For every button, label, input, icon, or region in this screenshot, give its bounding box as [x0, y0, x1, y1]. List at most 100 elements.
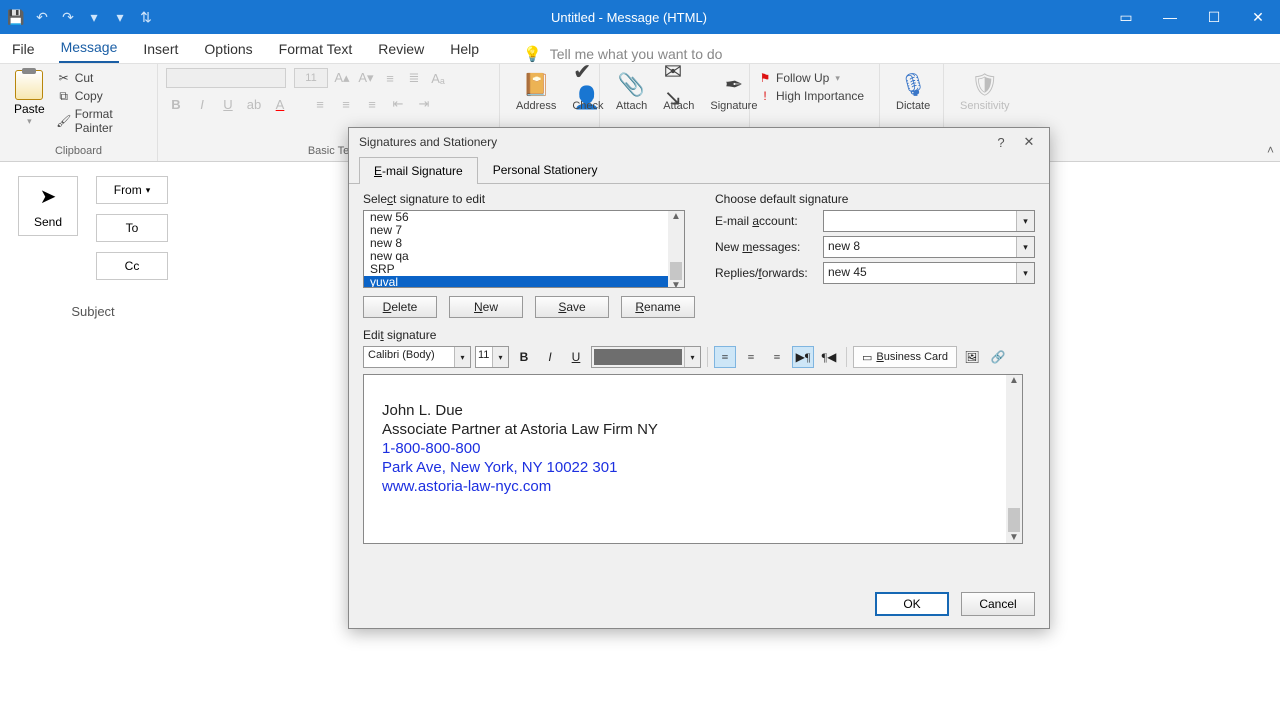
format-painter-button[interactable]: 🖌Format Painter [57, 106, 149, 136]
high-importance-button[interactable]: !High Importance [758, 88, 864, 104]
highlight-icon[interactable]: ab [244, 94, 264, 114]
tab-file[interactable]: File [10, 37, 37, 63]
editor-scrollbar[interactable]: ▲▼ [1006, 375, 1022, 543]
dictate-button[interactable]: 🎙Dictate [888, 68, 938, 114]
insert-hyperlink-button[interactable]: 🔗 [987, 346, 1009, 368]
email-account-select[interactable]: ▾ [823, 210, 1035, 232]
bold-button[interactable]: B [513, 346, 535, 368]
attach-item-button[interactable]: ✉↘Attach [655, 68, 702, 114]
qat-customize-icon[interactable]: ⇅ [138, 9, 154, 25]
align-right-icon[interactable]: ≡ [362, 94, 382, 114]
grow-font-icon[interactable]: A▴ [332, 68, 352, 88]
qat-down1-icon[interactable]: ▾ [86, 9, 102, 25]
save-icon[interactable]: 💾 [8, 9, 24, 25]
increase-indent-icon[interactable]: ⇥ [414, 94, 434, 114]
paste-dropdown-icon[interactable]: ▾ [27, 116, 32, 127]
cancel-button[interactable]: Cancel [961, 592, 1035, 616]
tab-help[interactable]: Help [448, 37, 481, 63]
font-size-select[interactable]: 11 [294, 68, 328, 88]
italic-button[interactable]: I [539, 346, 561, 368]
styles-icon[interactable]: Aₐ [428, 68, 448, 88]
numbering-icon[interactable]: ≣ [404, 68, 424, 88]
tab-email-signature[interactable]: E-mail Signature [359, 157, 478, 184]
sig-item-selected[interactable]: yuval [364, 276, 684, 288]
italic-icon[interactable]: I [192, 94, 212, 114]
paste-button[interactable]: Paste ▾ [8, 68, 51, 129]
dialog-help-icon[interactable]: ? [987, 132, 1015, 152]
redo-icon[interactable]: ↷ [60, 9, 76, 25]
maximize-icon[interactable]: ☐ [1192, 0, 1236, 34]
underline-button[interactable]: U [565, 346, 587, 368]
align-center-button[interactable]: ≡ [740, 346, 762, 368]
sig-item[interactable]: new 7 [364, 224, 684, 237]
sig-font-family-select[interactable]: Calibri (Body)▾ [363, 346, 471, 368]
replies-forwards-label: Replies/forwards: [715, 266, 819, 280]
sig-item[interactable]: new qa [364, 250, 684, 263]
tab-message[interactable]: Message [59, 35, 120, 63]
check-names-icon: ✔👤 [573, 70, 603, 100]
bold-icon[interactable]: B [166, 94, 186, 114]
business-card-button[interactable]: ▭Business Card [853, 346, 957, 368]
send-button[interactable]: ➤ Send [18, 176, 78, 236]
tab-options[interactable]: Options [202, 37, 254, 63]
ltr-button[interactable]: ▶¶ [792, 346, 814, 368]
close-icon[interactable]: ✕ [1236, 0, 1280, 34]
attach-file-button[interactable]: 📎Attach [608, 68, 655, 114]
new-messages-select[interactable]: new 8▾ [823, 236, 1035, 258]
collapse-ribbon-icon[interactable]: ˄ [1267, 143, 1274, 157]
cc-button[interactable]: Cc [96, 252, 168, 280]
save-button[interactable]: Save [535, 296, 609, 318]
font-family-select[interactable] [166, 68, 286, 88]
ribbon-display-icon[interactable]: ▭ [1104, 0, 1148, 34]
align-left-button[interactable]: ≡ [714, 346, 736, 368]
signature-list[interactable]: new 56 new 7 new 8 new qa SRP yuval ▲▼ [363, 210, 685, 288]
delete-button[interactable]: Delete [363, 296, 437, 318]
align-right-button[interactable]: ≡ [766, 346, 788, 368]
scroll-thumb[interactable] [670, 262, 682, 280]
send-arrow-icon: ➤ [40, 184, 57, 209]
underline-icon[interactable]: U [218, 94, 238, 114]
new-button[interactable]: New [449, 296, 523, 318]
shrink-font-icon[interactable]: A▾ [356, 68, 376, 88]
scroll-up-icon[interactable]: ▲ [671, 211, 681, 222]
tab-review[interactable]: Review [376, 37, 426, 63]
tab-personal-stationery[interactable]: Personal Stationery [478, 156, 613, 183]
decrease-indent-icon[interactable]: ⇤ [388, 94, 408, 114]
microphone-icon: 🎙 [898, 70, 928, 100]
sig-item[interactable]: SRP [364, 263, 684, 276]
qat-down2-icon[interactable]: ▾ [112, 9, 128, 25]
bullets-icon[interactable]: ≡ [380, 68, 400, 88]
minimize-icon[interactable]: — [1148, 0, 1192, 34]
font-color-icon[interactable]: A [270, 94, 290, 114]
align-left-icon[interactable]: ≡ [310, 94, 330, 114]
scroll-up-icon[interactable]: ▲ [1009, 375, 1019, 386]
rtl-button[interactable]: ¶◀ [818, 346, 840, 368]
sensitivity-button[interactable]: 🛡Sensitivity [952, 68, 1018, 114]
signature-editor[interactable]: John L. Due Associate Partner at Astoria… [363, 374, 1023, 544]
sig-font-size-select[interactable]: 11▾ [475, 346, 509, 368]
tab-format-text[interactable]: Format Text [277, 37, 355, 63]
dialog-close-icon[interactable]: ✕ [1015, 132, 1043, 152]
list-scrollbar[interactable]: ▲▼ [668, 211, 684, 287]
from-button[interactable]: From▾ [96, 176, 168, 204]
replies-forwards-select[interactable]: new 45▾ [823, 262, 1035, 284]
align-center-icon[interactable]: ≡ [336, 94, 356, 114]
chevron-down-icon: ▾ [492, 347, 508, 367]
edit-signature-label: Edit signature [363, 328, 1035, 342]
rename-button[interactable]: Rename [621, 296, 695, 318]
cut-button[interactable]: ✂Cut [57, 70, 149, 86]
sig-font-color-select[interactable]: ▾ [591, 346, 701, 368]
sig-item[interactable]: new 8 [364, 237, 684, 250]
copy-button[interactable]: ⧉Copy [57, 88, 149, 104]
insert-picture-button[interactable]: 🖼 [961, 346, 983, 368]
undo-icon[interactable]: ↶ [34, 9, 50, 25]
scroll-down-icon[interactable]: ▼ [1009, 532, 1019, 543]
tab-insert[interactable]: Insert [141, 37, 180, 63]
sig-item[interactable]: new 56 [364, 211, 684, 224]
scroll-thumb[interactable] [1008, 508, 1020, 532]
scroll-down-icon[interactable]: ▼ [671, 280, 681, 288]
to-button[interactable]: To [96, 214, 168, 242]
ok-button[interactable]: OK [875, 592, 949, 616]
follow-up-button[interactable]: ⚑Follow Up▾ [758, 70, 840, 86]
address-book-button[interactable]: 📔Address [508, 68, 564, 114]
